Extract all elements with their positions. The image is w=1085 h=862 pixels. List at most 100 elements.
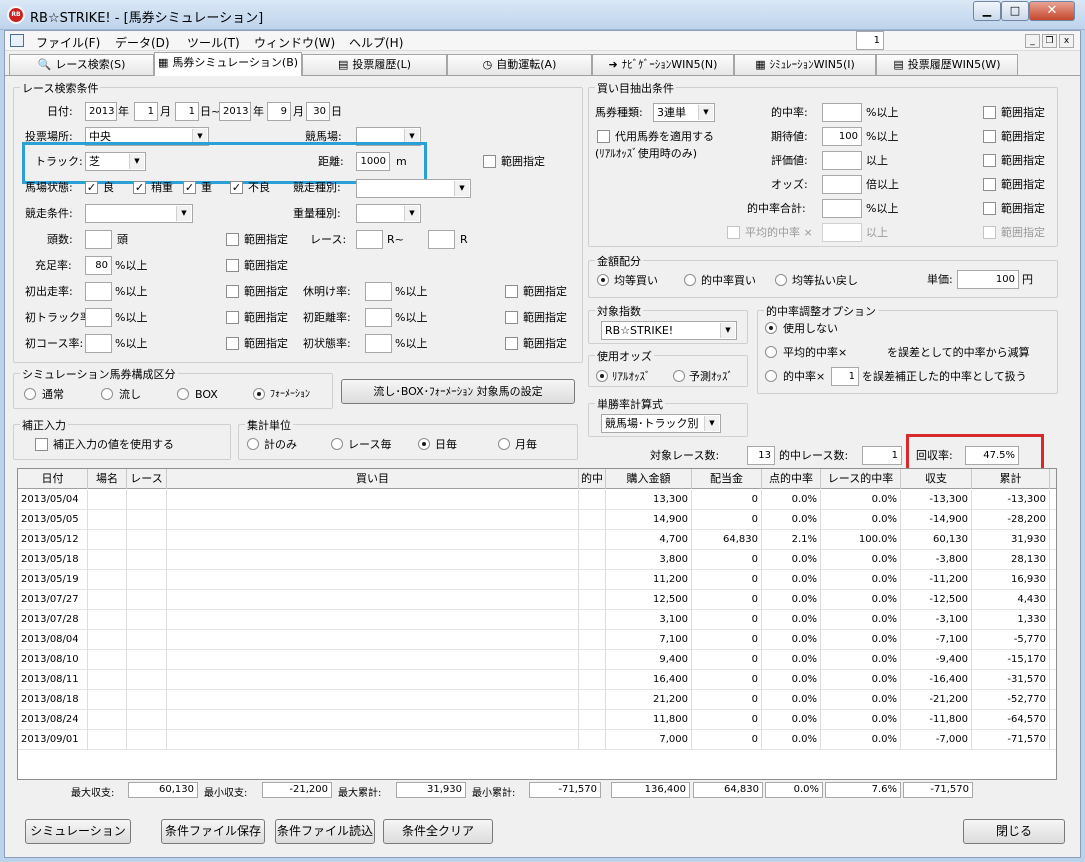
- menu-tools[interactable]: ツール(T): [187, 34, 240, 51]
- load-conditions-button[interactable]: 条件ファイル読込: [275, 819, 375, 844]
- agg-month-radio[interactable]: [498, 438, 510, 450]
- tab-race-search[interactable]: 🔍 レース検索(S): [9, 54, 154, 75]
- alloc-equal-radio[interactable]: [597, 274, 609, 286]
- agg-total-radio[interactable]: [247, 438, 259, 450]
- race-type-select[interactable]: ▼: [356, 179, 471, 198]
- race-from-input[interactable]: [356, 230, 383, 249]
- header-col-payout[interactable]: 配当金: [692, 469, 762, 489]
- expect-input[interactable]: 100: [822, 127, 862, 146]
- first-condition-input[interactable]: [365, 334, 392, 353]
- header-col-race-rate[interactable]: レース的中率: [821, 469, 901, 489]
- table-row[interactable]: 2013/07/27 12,500 0 0.0% 0.0% -12,500 4,430: [18, 590, 1056, 610]
- expect-range-checkbox[interactable]: [983, 130, 996, 143]
- mdi-restore-button[interactable]: ❐: [1042, 34, 1057, 48]
- adjust-subtract-radio[interactable]: [765, 346, 777, 358]
- first-track-range-checkbox[interactable]: [226, 311, 239, 324]
- alloc-equal-payout-radio[interactable]: [775, 274, 787, 286]
- condition-good-checkbox[interactable]: ✓: [85, 181, 98, 194]
- mdi-child-icon[interactable]: [10, 34, 24, 47]
- from-year-input[interactable]: 2013: [85, 102, 117, 121]
- comp-normal-radio[interactable]: [24, 388, 36, 400]
- table-row[interactable]: 2013/08/11 16,400 0 0.0% 0.0% -16,400 -31,570: [18, 670, 1056, 690]
- real-odds-radio[interactable]: [596, 370, 608, 382]
- hit-rate-input[interactable]: [822, 103, 862, 122]
- rating-input[interactable]: [822, 151, 862, 170]
- agg-race-radio[interactable]: [331, 438, 343, 450]
- table-row[interactable]: 2013/05/12 4,700 64,830 2.1% 100.0% 60,130 31,…: [18, 530, 1056, 550]
- results-table[interactable]: 日付 場名 レース 買い目 的中 購入金額 配当金 点的中率 レース的中率 収支 累計 2013/0…: [17, 468, 1057, 780]
- tab-bet-simulation[interactable]: ▦ 馬券シミュレーション(B): [154, 52, 302, 76]
- unit-price-input[interactable]: 100: [957, 270, 1019, 289]
- menu-help[interactable]: ヘルプ(H): [349, 34, 403, 51]
- predicted-odds-radio[interactable]: [673, 370, 685, 382]
- rest-input[interactable]: [365, 282, 392, 301]
- tab-navigation-win5[interactable]: ➜ ﾅﾋﾞｹﾞｰｼｮﾝWIN5(N): [592, 54, 734, 75]
- weight-type-select[interactable]: ▼: [356, 204, 421, 223]
- maximize-button[interactable]: □: [1001, 1, 1029, 21]
- menu-window[interactable]: ウィンドウ(W): [254, 34, 335, 51]
- table-row[interactable]: 2013/08/10 9,400 0 0.0% 0.0% -9,400 -15,170: [18, 650, 1056, 670]
- bet-type-select[interactable]: 3連単 ▼: [653, 103, 715, 122]
- target-index-select[interactable]: RB☆STRIKE! ▼: [601, 321, 737, 340]
- to-day-input[interactable]: 30: [306, 102, 330, 121]
- mdi-minimize-button[interactable]: _: [1025, 34, 1040, 48]
- header-col-hit[interactable]: 的中: [579, 469, 606, 489]
- table-row[interactable]: 2013/09/01 7,000 0 0.0% 0.0% -7,000 -71,570: [18, 730, 1056, 750]
- header-col-venue[interactable]: 場名: [88, 469, 127, 489]
- agg-day-radio[interactable]: [418, 438, 430, 450]
- mdi-close-button[interactable]: x: [1059, 34, 1074, 48]
- tab-auto-run[interactable]: ◷ 自動運転(A): [447, 54, 592, 75]
- avg-hit-checkbox[interactable]: [727, 226, 740, 239]
- table-row[interactable]: 2013/05/18 3,800 0 0.0% 0.0% -3,800 28,130: [18, 550, 1056, 570]
- avg-hit-range-checkbox[interactable]: [983, 226, 996, 239]
- to-year-input[interactable]: 2013: [219, 102, 251, 121]
- race-condition-select[interactable]: ▼: [85, 204, 193, 223]
- table-row[interactable]: 2013/07/28 3,100 0 0.0% 0.0% -3,100 1,330: [18, 610, 1056, 630]
- alloc-hit-rate-radio[interactable]: [684, 274, 696, 286]
- adjust-correct-radio[interactable]: [765, 370, 777, 382]
- table-row[interactable]: 2013/08/24 11,800 0 0.0% 0.0% -11,800 -64,570: [18, 710, 1056, 730]
- table-row[interactable]: 2013/05/04 13,300 0 0.0% 0.0% -13,300 -13,300: [18, 490, 1056, 510]
- substitute-checkbox[interactable]: [597, 130, 610, 143]
- adjust-none-radio[interactable]: [765, 322, 777, 334]
- first-condition-range-checkbox[interactable]: [505, 337, 518, 350]
- formula-select[interactable]: 競馬場･トラック別 ▼: [601, 414, 721, 433]
- odds-range-checkbox[interactable]: [983, 178, 996, 191]
- first-distance-input[interactable]: [365, 308, 392, 327]
- adjust-correct-input[interactable]: 1: [831, 367, 859, 386]
- from-month-input[interactable]: 1: [134, 102, 158, 121]
- header-col-point-rate[interactable]: 点的中率: [762, 469, 821, 489]
- adjust-subtract-input[interactable]: 1: [856, 31, 884, 50]
- condition-slightly-heavy-checkbox[interactable]: ✓: [133, 181, 146, 194]
- tab-vote-history[interactable]: ▤ 投票履歴(L): [302, 54, 447, 75]
- save-conditions-button[interactable]: 条件ファイル保存: [161, 819, 265, 844]
- menu-file[interactable]: ファイル(F): [36, 34, 100, 51]
- first-course-range-checkbox[interactable]: [226, 337, 239, 350]
- distance-input[interactable]: 1000: [356, 152, 390, 171]
- heads-input[interactable]: [85, 230, 112, 249]
- header-col-bet[interactable]: 買い目: [167, 469, 579, 489]
- menu-data[interactable]: データ(D): [115, 34, 170, 51]
- first-run-range-checkbox[interactable]: [226, 285, 239, 298]
- header-col-purchase[interactable]: 購入金額: [606, 469, 692, 489]
- distance-range-checkbox[interactable]: [483, 155, 496, 168]
- first-run-input[interactable]: [85, 282, 112, 301]
- composition-setting-button[interactable]: 流し･BOX･ﾌｫｰﾒｰｼｮﾝ 対象馬の設定: [341, 379, 575, 404]
- tab-vote-history-win5[interactable]: ▤ 投票履歴WIN5(W): [876, 54, 1018, 75]
- comp-box-radio[interactable]: [177, 388, 189, 400]
- hit-rate-range-checkbox[interactable]: [983, 106, 996, 119]
- avg-hit-input[interactable]: [822, 223, 862, 242]
- condition-heavy-checkbox[interactable]: ✓: [183, 181, 196, 194]
- rating-range-checkbox[interactable]: [983, 154, 996, 167]
- track-select[interactable]: 芝 ▼: [85, 152, 146, 171]
- table-row[interactable]: 2013/05/19 11,200 0 0.0% 0.0% -11,200 16,930: [18, 570, 1056, 590]
- fill-rate-range-checkbox[interactable]: [226, 259, 239, 272]
- first-distance-range-checkbox[interactable]: [505, 311, 518, 324]
- comp-nagashi-radio[interactable]: [101, 388, 113, 400]
- minimize-button[interactable]: ▁: [973, 1, 1001, 21]
- table-row[interactable]: 2013/08/04 7,100 0 0.0% 0.0% -7,100 -5,770: [18, 630, 1056, 650]
- header-col-income[interactable]: 収支: [901, 469, 972, 489]
- simulate-button[interactable]: シミュレーション: [25, 819, 131, 844]
- to-month-input[interactable]: 9: [267, 102, 291, 121]
- window-close-button[interactable]: ✕: [1029, 1, 1075, 21]
